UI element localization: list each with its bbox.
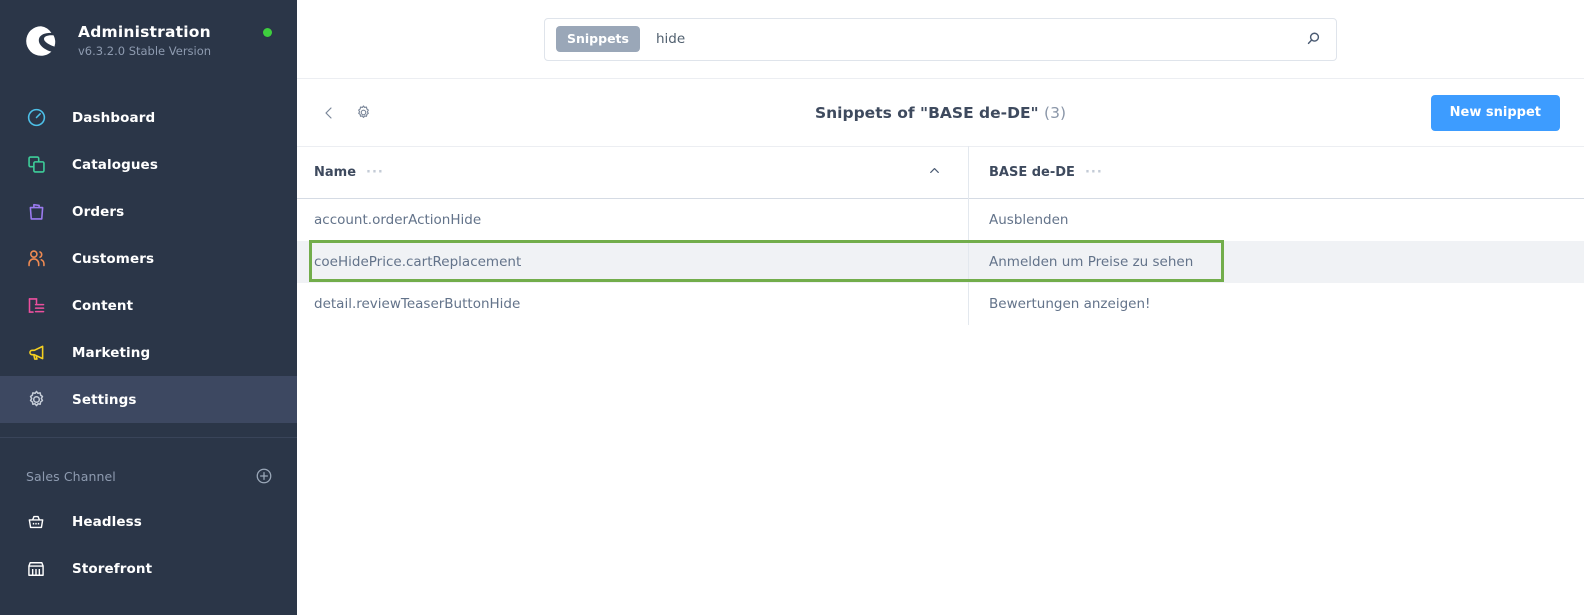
table-row[interactable]: account.orderActionHide Ausblenden [297, 199, 1584, 241]
document-icon [24, 294, 48, 318]
table-header-row: Name ··· BASE de-DE ··· [297, 146, 1584, 199]
chevron-left-icon[interactable] [319, 103, 339, 123]
global-search-bar: Snippets [297, 0, 1584, 78]
page-header-actions [319, 103, 373, 123]
main-content: Snippets hide Snippets of "BASE de-DE" (… [297, 0, 1584, 615]
brand-header[interactable]: Administration v6.3.2.0 Stable Version [0, 0, 297, 82]
status-dot-icon [263, 28, 272, 37]
sidebar-item-marketing[interactable]: Marketing [0, 329, 297, 376]
table-row[interactable]: coeHidePrice.cartReplacement Anmelden um… [297, 240, 1584, 283]
cell-name: detail.reviewTeaserButtonHide [314, 296, 521, 312]
cell-value: Ausblenden [968, 199, 1584, 241]
sidebar-item-content[interactable]: Content [0, 282, 297, 329]
sidebar: Administration v6.3.2.0 Stable Version D… [0, 0, 297, 615]
main-navigation: Dashboard Catalogues Orders Customers Co… [0, 94, 297, 423]
sidebar-item-label: Dashboard [72, 109, 156, 126]
column-menu-icon[interactable]: ··· [366, 165, 384, 180]
sidebar-item-label: Headless [72, 513, 142, 530]
plus-circle-icon[interactable] [255, 467, 273, 485]
chevron-up-icon[interactable] [928, 164, 941, 181]
sidebar-item-orders[interactable]: Orders [0, 188, 297, 235]
search-icon[interactable] [1304, 30, 1322, 48]
cell-name: coeHidePrice.cartReplacement [314, 254, 522, 270]
users-icon [24, 247, 48, 271]
basket-icon [24, 510, 48, 534]
cell-value: Bewertungen anzeigen! [968, 283, 1584, 325]
sales-channel-title: Sales Channel [26, 468, 116, 484]
sidebar-item-dashboard[interactable]: Dashboard [0, 94, 297, 141]
column-header-label: BASE de-DE [989, 165, 1075, 180]
column-header-name[interactable]: Name ··· [297, 146, 968, 199]
sidebar-item-settings[interactable]: Settings [0, 376, 297, 423]
sidebar-item-label: Content [72, 297, 134, 314]
sidebar-item-label: Storefront [72, 560, 153, 577]
search-container: Snippets [544, 17, 1337, 61]
sidebar-item-label: Settings [72, 391, 137, 408]
megaphone-icon [24, 341, 48, 365]
page-header: Snippets of "BASE de-DE" (3) New snippet [297, 78, 1584, 146]
column-header-label: Name [314, 165, 357, 180]
sidebar-item-catalogues[interactable]: Catalogues [0, 141, 297, 188]
shopware-logo-icon [22, 22, 60, 60]
sidebar-item-label: Marketing [72, 344, 151, 361]
layers-icon [24, 153, 48, 177]
bag-icon [24, 200, 48, 224]
gear-icon [24, 388, 48, 412]
sales-channel-section-header: Sales Channel [0, 454, 297, 498]
search-input[interactable] [655, 31, 1304, 47]
table-row[interactable]: detail.reviewTeaserButtonHide Bewertunge… [297, 283, 1584, 325]
sidebar-item-label: Orders [72, 203, 125, 220]
store-icon [24, 557, 48, 581]
page-title: Snippets of "BASE de-DE" (3) [297, 104, 1584, 122]
admin-app: Administration v6.3.2.0 Stable Version D… [0, 0, 1584, 615]
search-scope-pill[interactable]: Snippets [556, 26, 640, 52]
page-title-text: Snippets of "BASE de-DE" [814, 103, 1039, 122]
sidebar-item-label: Catalogues [72, 156, 158, 173]
sidebar-item-customers[interactable]: Customers [0, 235, 297, 282]
snippets-table: Name ··· BASE de-DE ··· account.orderAct… [297, 146, 1584, 325]
brand-version: v6.3.2.0 Stable Version [78, 44, 212, 58]
new-snippet-button[interactable]: New snippet [1430, 94, 1560, 131]
page-title-count: (3) [1044, 103, 1066, 122]
cell-name: account.orderActionHide [314, 212, 482, 228]
column-header-base-de-de[interactable]: BASE de-DE ··· [968, 146, 1584, 199]
sidebar-item-storefront[interactable]: Storefront [0, 545, 297, 592]
sidebar-divider [0, 437, 297, 438]
column-menu-icon[interactable]: ··· [1085, 165, 1103, 180]
sidebar-item-headless[interactable]: Headless [0, 498, 297, 545]
sidebar-item-label: Customers [72, 250, 155, 267]
brand-text: Administration v6.3.2.0 Stable Version [78, 23, 211, 59]
cell-value: Anmelden um Preise zu sehen [968, 241, 1584, 283]
gear-icon[interactable] [353, 103, 373, 123]
speedometer-icon [24, 106, 48, 130]
brand-title: Administration [78, 23, 211, 41]
